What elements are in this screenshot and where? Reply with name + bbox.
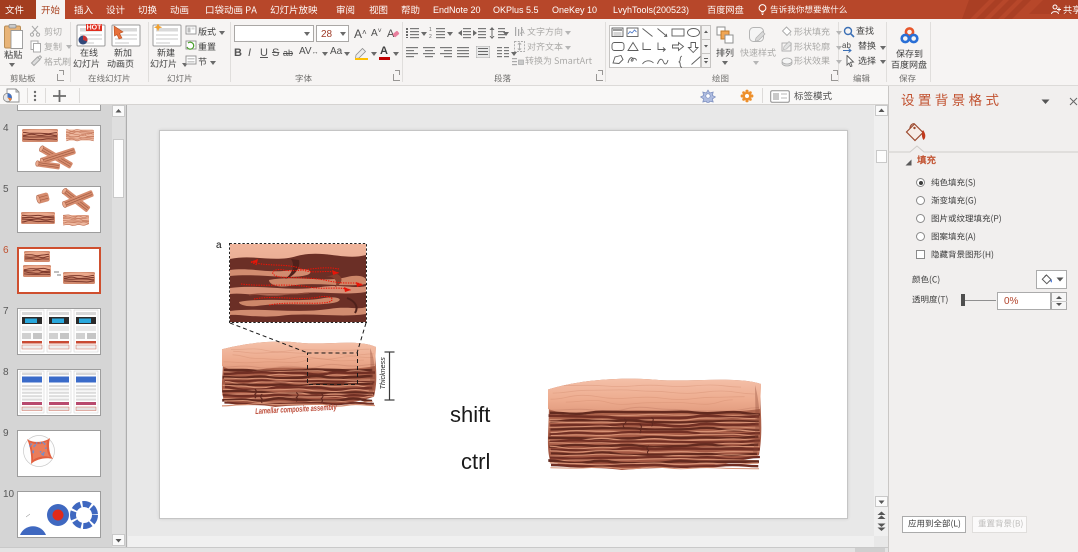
svg-text:HOT: HOT (87, 24, 103, 31)
svg-text:ab: ab (842, 41, 851, 50)
svg-text:1: 1 (429, 27, 432, 33)
svg-text:2: 2 (429, 34, 432, 39)
svg-text:A: A (520, 29, 525, 36)
svg-text:Thickness: Thickness (378, 357, 387, 390)
